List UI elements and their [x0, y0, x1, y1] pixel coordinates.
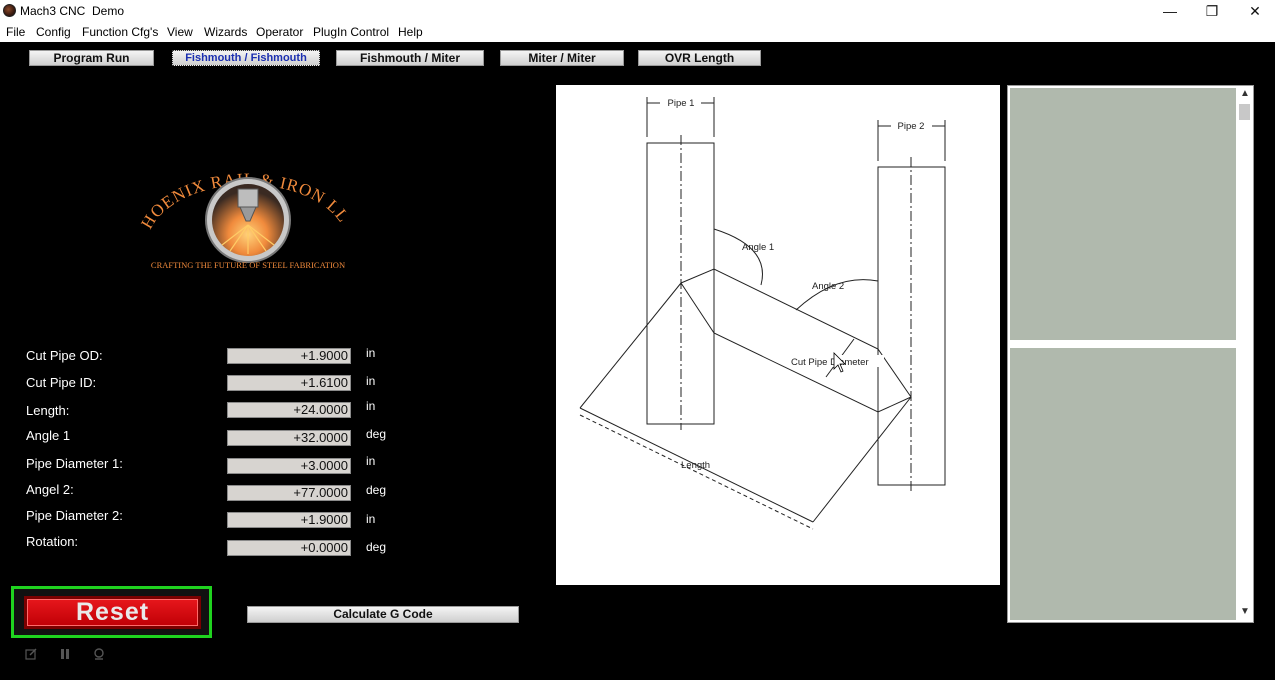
logo-tagline: CRAFTING THE FUTURE OF STEEL FABRICATION — [151, 260, 345, 270]
menu-config[interactable]: Config — [36, 25, 71, 39]
menu-function-cfgs[interactable]: Function Cfg's — [82, 25, 158, 39]
pipe-diameter-1-unit: in — [366, 454, 376, 468]
menu-bar: File Config Function Cfg's View Wizards … — [0, 22, 1285, 42]
pipe-diameter-2-unit: in — [366, 512, 376, 526]
title-bar: Mach3 CNC Demo — ❐ ✕ — [0, 0, 1285, 22]
preview-pane-top — [1010, 88, 1236, 340]
restore-button[interactable]: ❐ — [1192, 0, 1232, 22]
pause-icon[interactable] — [54, 644, 76, 664]
tab-fishmouth-fishmouth[interactable]: Fishmouth / Fishmouth — [172, 50, 320, 66]
pipe-2-label: Pipe 2 — [898, 121, 925, 132]
tab-miter-miter[interactable]: Miter / Miter — [500, 50, 624, 66]
menu-operator[interactable]: Operator — [256, 25, 303, 39]
edit-icon[interactable] — [20, 644, 42, 664]
angle-1-label: Angle 1 — [742, 242, 774, 253]
reset-button-frame: Reset — [11, 586, 212, 638]
angle-1-arc — [713, 228, 763, 286]
tab-ovr-length[interactable]: OVR Length — [638, 50, 761, 66]
window-title: Mach3 CNC Demo — [20, 4, 125, 18]
cut-pipe-diameter-label: Cut Pipe Diameter — [791, 357, 869, 368]
menu-view[interactable]: View — [167, 25, 193, 39]
angle-1-label: Angle 1 — [26, 428, 71, 443]
scroll-up-icon[interactable]: ▲ — [1238, 88, 1252, 102]
window-edge — [1275, 42, 1285, 680]
pipe-diameter-1-input[interactable]: +3.0000 — [227, 458, 351, 474]
calculate-g-code-button[interactable]: Calculate G Code — [247, 606, 519, 623]
menu-plugin-control[interactable]: PlugIn Control — [313, 25, 389, 39]
settings-icon[interactable] — [88, 644, 110, 664]
rotation-unit: deg — [366, 540, 387, 554]
length-dimension-line — [579, 414, 814, 530]
pipe-end-left-upper — [579, 282, 682, 409]
angle-2-input[interactable]: +77.0000 — [227, 485, 351, 501]
cut-pipe-outline — [680, 268, 912, 413]
length-input[interactable]: +24.0000 — [227, 402, 351, 418]
pipe-diameter-2-label: Pipe Diameter 2: — [26, 508, 123, 523]
length-label: Length: — [26, 403, 70, 418]
cut-pipe-od-unit: in — [366, 346, 376, 360]
scroll-down-icon[interactable]: ▼ — [1238, 606, 1252, 620]
reset-button[interactable]: Reset — [24, 596, 201, 629]
menu-wizards[interactable]: Wizards — [204, 25, 247, 39]
pipe-diameter-2-input[interactable]: +1.9000 — [227, 512, 351, 528]
angle-1-input[interactable]: +32.0000 — [227, 430, 351, 446]
cut-pipe-id-unit: in — [366, 374, 376, 388]
window-edge-bottom — [0, 680, 1285, 688]
close-button[interactable]: ✕ — [1235, 0, 1275, 22]
menu-file[interactable]: File — [6, 25, 25, 39]
preview-panel: ▲ ▼ — [1007, 85, 1254, 623]
minimize-button[interactable]: — — [1150, 0, 1190, 22]
tab-program-run[interactable]: Program Run — [29, 50, 154, 66]
cut-pipe-od-input[interactable]: +1.9000 — [227, 348, 351, 364]
angle-1-unit: deg — [366, 427, 387, 441]
fishmouth-diagram: Pipe 1 Pipe 2 Angle 1 Angle 2 Cut Pipe D… — [556, 85, 1000, 585]
pipe-1-label: Pipe 1 — [668, 98, 695, 109]
preview-pane-bottom — [1010, 348, 1236, 620]
angle-2-label: Angle 2 — [812, 281, 844, 292]
tab-fishmouth-miter[interactable]: Fishmouth / Miter — [336, 50, 484, 66]
scrollbar-thumb[interactable] — [1239, 104, 1250, 120]
cut-pipe-od-label: Cut Pipe OD: — [26, 348, 103, 363]
rotation-input[interactable]: +0.0000 — [227, 540, 351, 556]
length-label: Length — [681, 460, 710, 471]
cut-pipe-id-label: Cut Pipe ID: — [26, 375, 97, 390]
company-logo: PHOENIX RAIL & IRON LLC. CRAFTING THE FU… — [124, 140, 365, 280]
menu-help[interactable]: Help — [398, 25, 423, 39]
length-unit: in — [366, 399, 376, 413]
pipe-diameter-1-label: Pipe Diameter 1: — [26, 456, 123, 471]
rotation-label: Rotation: — [26, 534, 79, 549]
angle-2-label: Angel 2: — [26, 482, 74, 497]
cut-pipe-id-input[interactable]: +1.6100 — [227, 375, 351, 391]
pipe-end-right-lower — [812, 396, 912, 523]
mach3-app-icon — [3, 4, 16, 17]
angle-2-unit: deg — [366, 483, 387, 497]
